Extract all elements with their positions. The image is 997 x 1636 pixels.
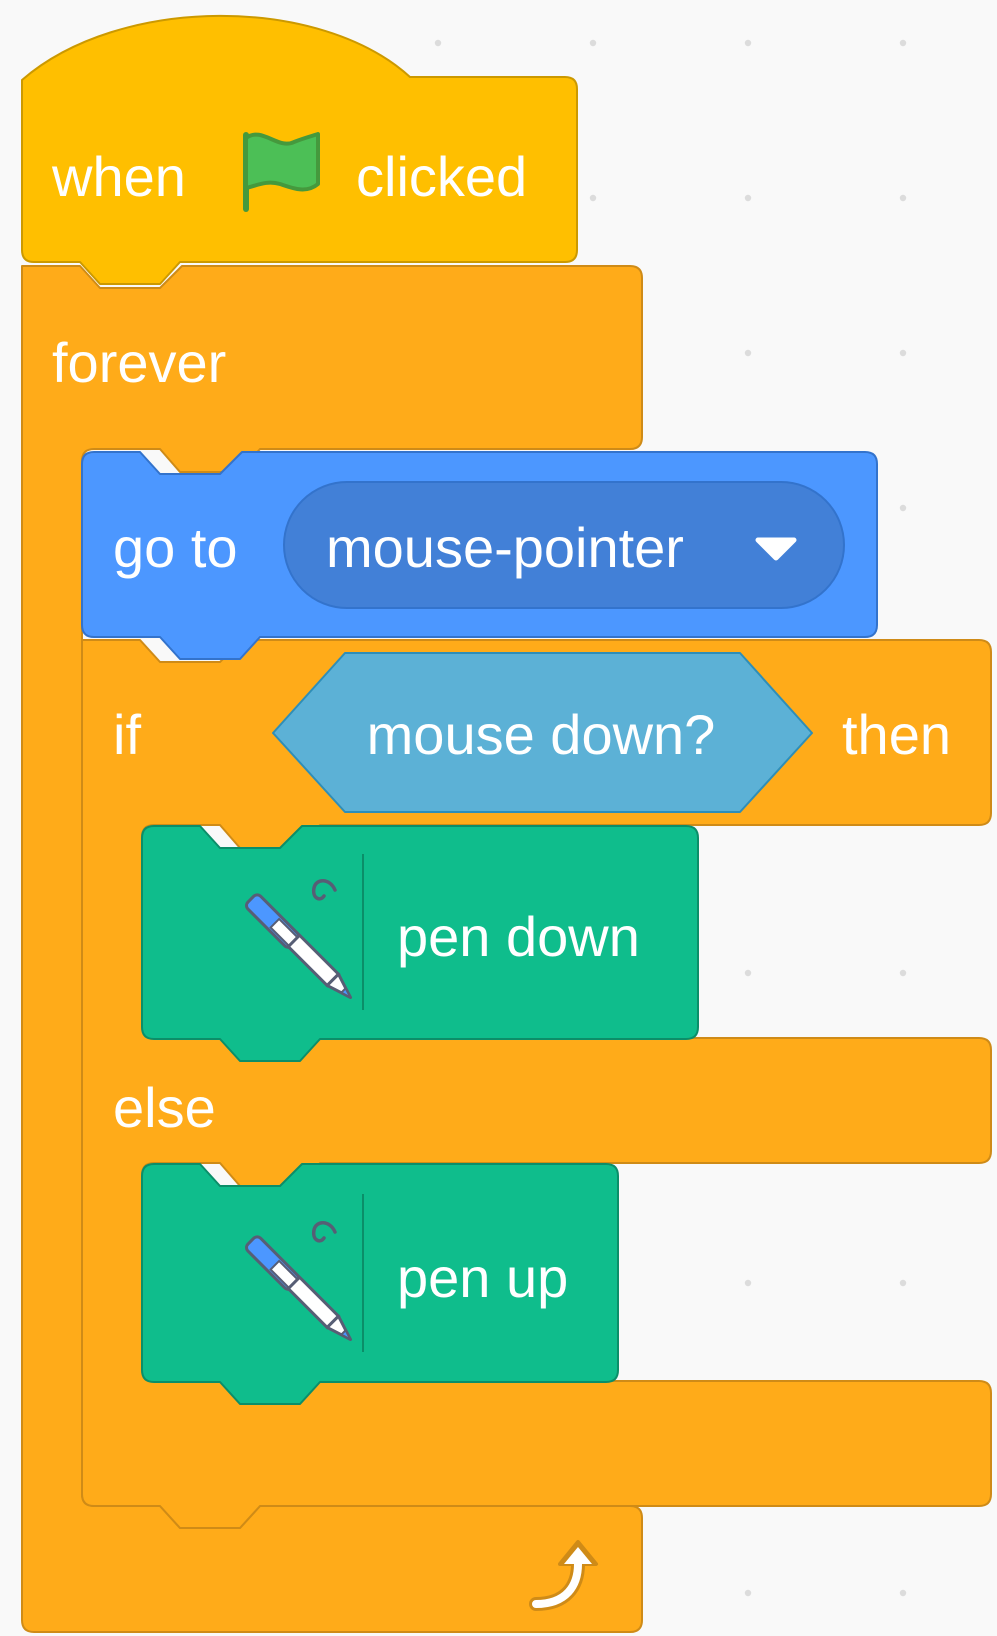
- forever-label: forever: [52, 331, 226, 394]
- then-label: then: [842, 703, 951, 766]
- dropdown-value: mouse-pointer: [326, 516, 684, 579]
- code-workspace[interactable]: forever when clicked if mouse down? then…: [0, 0, 997, 1636]
- hat-label-when: when: [51, 145, 186, 208]
- condition-label: mouse down?: [367, 703, 716, 766]
- pen-up-label: pen up: [397, 1246, 568, 1309]
- hat-label-clicked: clicked: [356, 145, 527, 208]
- pen-down-label: pen down: [397, 905, 640, 968]
- pen-down-block[interactable]: pen down: [141, 825, 699, 1062]
- goto-label: go to: [113, 516, 238, 579]
- goto-target-dropdown[interactable]: mouse-pointer: [283, 481, 845, 609]
- else-label: else: [113, 1076, 216, 1139]
- if-label: if: [113, 703, 141, 766]
- condition-mouse-down[interactable]: mouse down?: [272, 652, 813, 813]
- if-else-block[interactable]: if mouse down? then else: [81, 639, 992, 1529]
- pen-up-block[interactable]: pen up: [141, 1163, 619, 1405]
- workspace-canvas[interactable]: forever when clicked if mouse down? then…: [0, 0, 997, 1636]
- goto-block[interactable]: go to mouse-pointer: [81, 451, 878, 660]
